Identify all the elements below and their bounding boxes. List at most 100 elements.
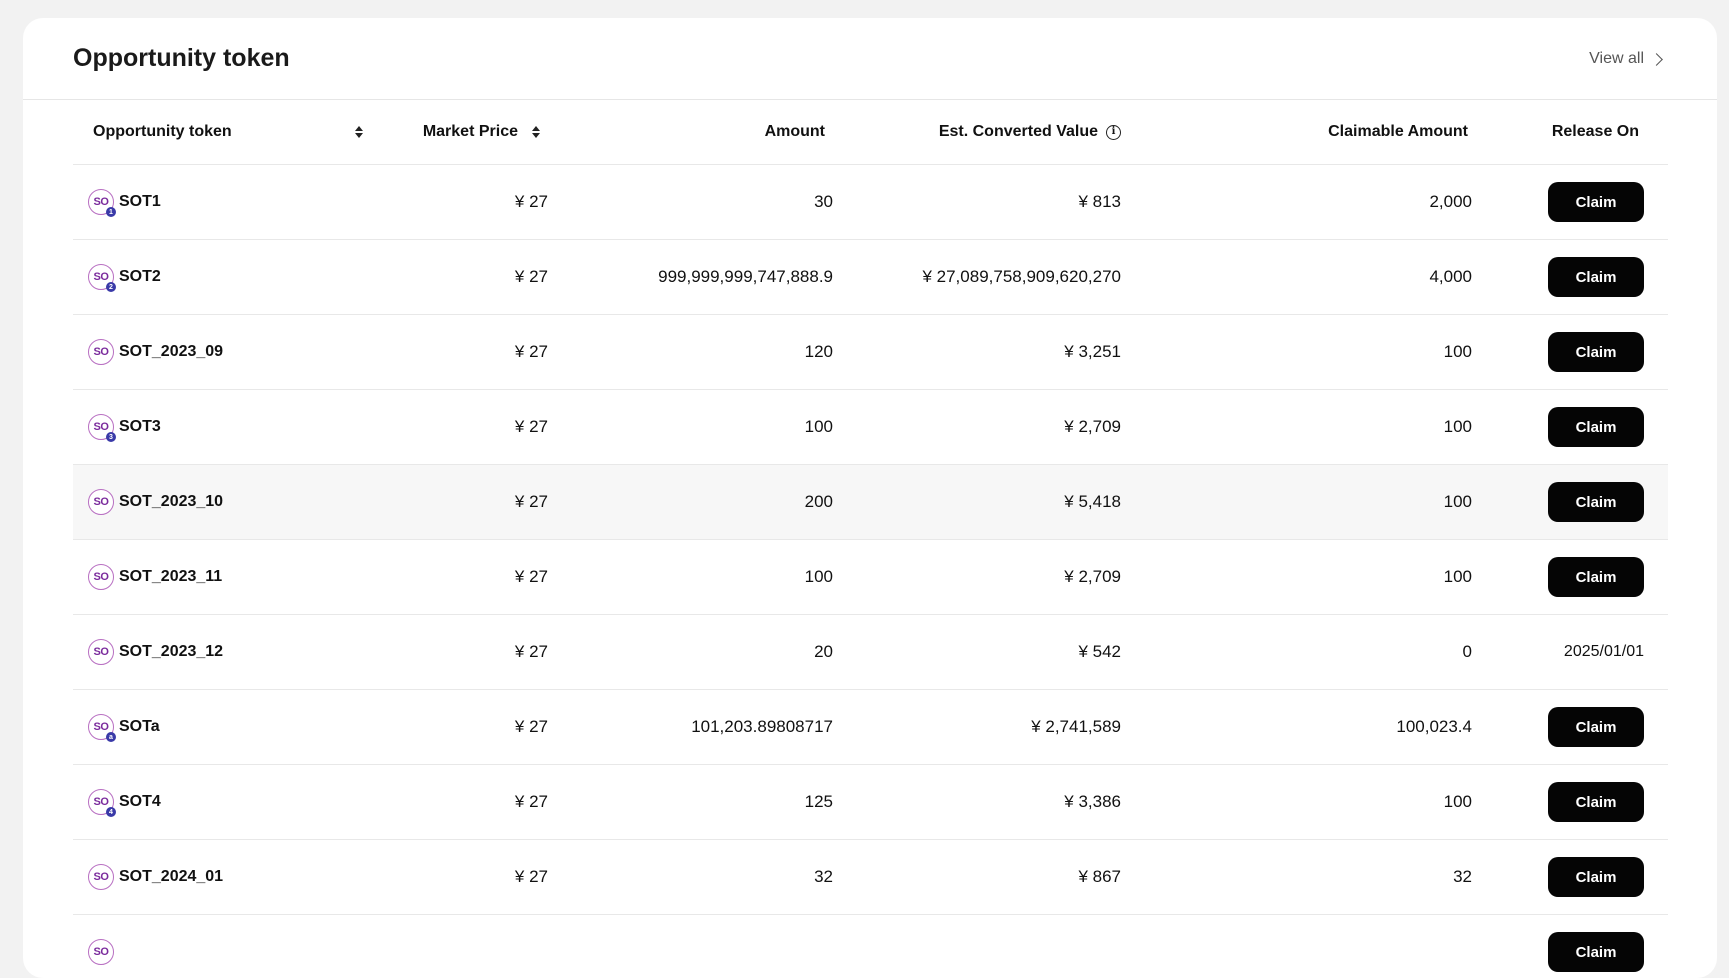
claimable-cell: 32 bbox=[1453, 867, 1472, 886]
token-icon-text: SO bbox=[93, 871, 109, 883]
release-on-cell: Claim bbox=[1472, 407, 1659, 447]
token-name: SOTa bbox=[119, 718, 160, 735]
table-row[interactable]: SO 4 SOT4 ¥ 27 125 ¥ 3,386 100 Claim bbox=[73, 765, 1668, 840]
claim-button[interactable]: Claim bbox=[1548, 707, 1644, 747]
claim-button[interactable]: Claim bbox=[1548, 482, 1644, 522]
token-icon: SO 3 bbox=[88, 414, 116, 442]
table-row[interactable]: SO SOT_2023_10 ¥ 27 200 ¥ 5,418 100 Claim bbox=[73, 465, 1668, 540]
release-on-cell: Claim bbox=[1472, 332, 1659, 372]
token-cell: SO 1 SOT1 bbox=[73, 189, 373, 217]
claim-button[interactable]: Claim bbox=[1548, 782, 1644, 822]
token-table: Opportunity token Market Price Amount Es… bbox=[73, 100, 1668, 978]
claimable-cell: 100 bbox=[1443, 492, 1472, 511]
token-badge: a bbox=[106, 732, 116, 742]
release-on-cell: Claim bbox=[1472, 857, 1659, 897]
release-on-cell: Claim bbox=[1472, 482, 1659, 522]
est-value-cell: ¥ 867 bbox=[1078, 867, 1121, 886]
table-row[interactable]: SO SOT_2024_01 ¥ 27 32 ¥ 867 32 Claim bbox=[73, 840, 1668, 915]
token-name: SOT1 bbox=[119, 193, 161, 210]
table-row[interactable]: SO 3 SOT3 ¥ 27 100 ¥ 2,709 100 Claim bbox=[73, 390, 1668, 465]
market-price-cell: ¥ 27 bbox=[514, 417, 548, 436]
header-claimable: Claimable Amount bbox=[1328, 123, 1468, 140]
claim-button[interactable]: Claim bbox=[1548, 332, 1644, 372]
claimable-cell: 2,000 bbox=[1429, 192, 1472, 211]
header-release-on: Release On bbox=[1551, 123, 1639, 140]
token-name: SOT_2023_12 bbox=[119, 643, 224, 660]
amount-cell: 120 bbox=[804, 342, 833, 361]
token-icon: SO 4 bbox=[88, 789, 116, 817]
amount-cell: 101,203.89808717 bbox=[691, 717, 833, 736]
table-row[interactable]: SO SOT_2023_09 ¥ 27 120 ¥ 3,251 100 Claim bbox=[73, 315, 1668, 390]
claimable-cell: 0 bbox=[1462, 642, 1472, 661]
token-name: SOT2 bbox=[119, 268, 161, 285]
market-price-cell: ¥ 27 bbox=[514, 492, 548, 511]
token-cell: SO bbox=[73, 939, 373, 965]
header-market-price[interactable]: Market Price bbox=[373, 123, 548, 141]
token-cell: SO SOT_2023_10 bbox=[73, 489, 373, 515]
claim-button[interactable]: Claim bbox=[1548, 407, 1644, 447]
amount-cell: 100 bbox=[804, 567, 833, 586]
token-icon: SO bbox=[88, 939, 114, 965]
token-cell: SO SOT_2024_01 bbox=[73, 864, 373, 890]
amount-cell: 999,999,999,747,888.9 bbox=[658, 267, 833, 286]
table-header: Opportunity token Market Price Amount Es… bbox=[73, 100, 1668, 165]
header-est-value-label: Est. Converted Value bbox=[938, 123, 1098, 140]
release-on-cell: Claim bbox=[1472, 782, 1659, 822]
claimable-cell: 100 bbox=[1443, 567, 1472, 586]
token-name: SOT_2023_09 bbox=[119, 343, 224, 360]
token-name: SOT_2024_01 bbox=[119, 868, 224, 885]
token-icon-text: SO bbox=[93, 946, 109, 958]
est-value-cell: ¥ 3,251 bbox=[1064, 342, 1121, 361]
view-all-link[interactable]: View all bbox=[1589, 50, 1663, 68]
header-token[interactable]: Opportunity token bbox=[73, 123, 373, 141]
token-icon: SO bbox=[88, 864, 114, 890]
claim-button[interactable]: Claim bbox=[1548, 857, 1644, 897]
release-on-cell: Claim bbox=[1472, 932, 1659, 972]
market-price-cell: ¥ 27 bbox=[514, 342, 548, 361]
amount-cell: 200 bbox=[804, 492, 833, 511]
amount-cell: 20 bbox=[814, 642, 833, 661]
token-icon: SO bbox=[88, 489, 114, 515]
est-value-cell: ¥ 2,709 bbox=[1064, 567, 1121, 586]
token-badge: 1 bbox=[106, 207, 116, 217]
market-price-cell: ¥ 27 bbox=[514, 717, 548, 736]
est-value-cell: ¥ 2,741,589 bbox=[1031, 717, 1121, 736]
table-row[interactable]: SO SOT_2023_12 ¥ 27 20 ¥ 542 0 2025/01/01 bbox=[73, 615, 1668, 690]
market-price-cell: ¥ 27 bbox=[514, 192, 548, 211]
amount-cell: 30 bbox=[814, 192, 833, 211]
market-price-cell: ¥ 27 bbox=[514, 867, 548, 886]
token-icon-text: SO bbox=[93, 496, 109, 508]
claim-button[interactable]: Claim bbox=[1548, 257, 1644, 297]
est-value-cell: ¥ 27,089,758,909,620,270 bbox=[922, 267, 1121, 286]
table-row[interactable]: SO SOT_2023_11 ¥ 27 100 ¥ 2,709 100 Claim bbox=[73, 540, 1668, 615]
token-badge: 2 bbox=[106, 282, 116, 292]
header-market-price-label: Market Price bbox=[422, 123, 518, 140]
table-row[interactable]: SO a SOTa ¥ 27 101,203.89808717 ¥ 2,741,589 10… bbox=[73, 690, 1668, 765]
release-on-cell: Claim bbox=[1472, 257, 1659, 297]
claimable-cell: 100 bbox=[1443, 417, 1472, 436]
opportunity-token-card: Opportunity token View all Opportunity t… bbox=[23, 18, 1717, 978]
claimable-cell: 4,000 bbox=[1429, 267, 1472, 286]
claimable-cell: 100,023.4 bbox=[1396, 717, 1472, 736]
info-icon[interactable]: i bbox=[1106, 124, 1121, 140]
release-on-cell: 2025/01/01 bbox=[1472, 643, 1659, 661]
table-row[interactable]: SO 1 SOT1 ¥ 27 30 ¥ 813 2,000 Claim bbox=[73, 165, 1668, 240]
token-icon-text: SO bbox=[93, 571, 109, 583]
table-row[interactable]: SO Claim bbox=[73, 915, 1668, 978]
release-on-cell: Claim bbox=[1472, 182, 1659, 222]
token-icon: SO 2 bbox=[88, 264, 116, 292]
market-price-cell: ¥ 27 bbox=[514, 792, 548, 811]
header-token-label: Opportunity token bbox=[93, 123, 232, 140]
sort-icon[interactable] bbox=[355, 126, 363, 138]
token-icon-text: SO bbox=[93, 721, 109, 733]
claim-button[interactable]: Claim bbox=[1548, 557, 1644, 597]
table-row[interactable]: SO 2 SOT2 ¥ 27 999,999,999,747,888.9 ¥ 27,089… bbox=[73, 240, 1668, 315]
token-name: SOT_2023_11 bbox=[119, 568, 223, 585]
claim-button[interactable]: Claim bbox=[1548, 182, 1644, 222]
market-price-cell: ¥ 27 bbox=[514, 642, 548, 661]
market-price-cell: ¥ 27 bbox=[514, 267, 548, 286]
token-cell: SO SOT_2023_12 bbox=[73, 639, 373, 665]
token-icon: SO bbox=[88, 564, 114, 590]
sort-icon[interactable] bbox=[532, 126, 540, 138]
claim-button[interactable]: Claim bbox=[1548, 932, 1644, 972]
